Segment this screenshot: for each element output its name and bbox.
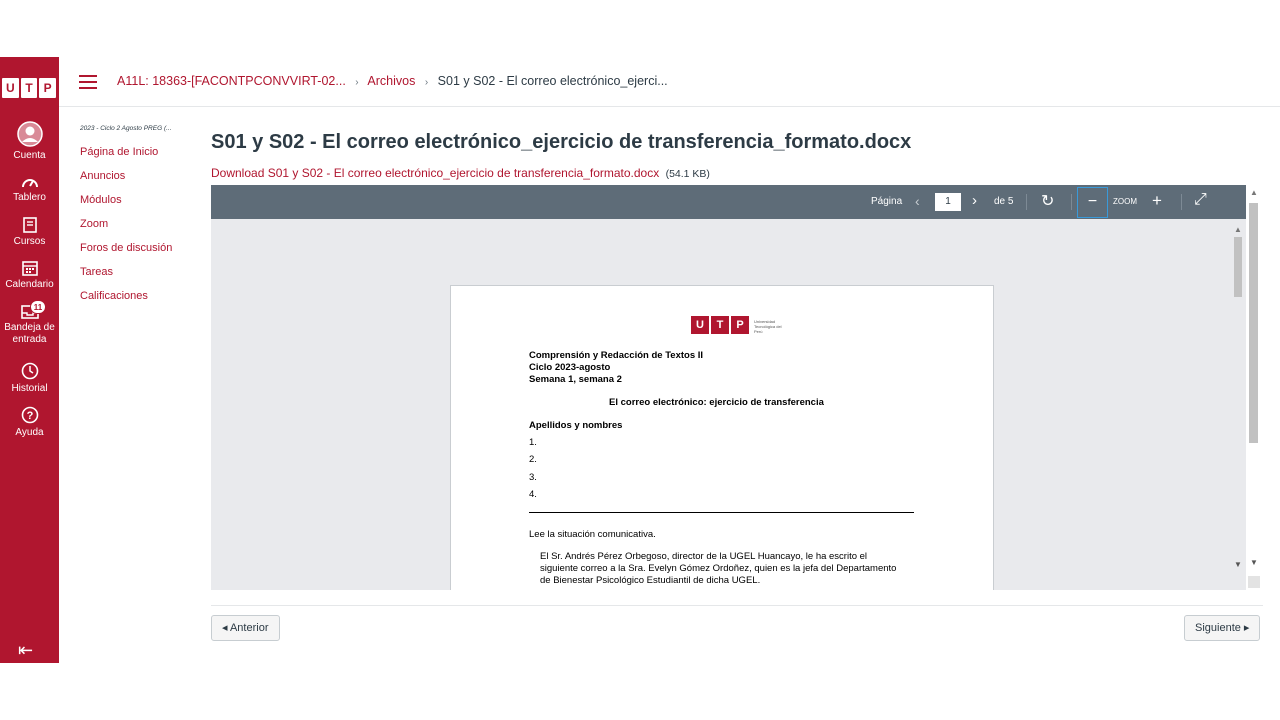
doc-weeks: Semana 1, semana 2	[529, 374, 622, 385]
zoom-out-button[interactable]: −	[1077, 187, 1108, 218]
page-label: Página	[871, 196, 903, 207]
bottom-blank-area	[0, 663, 1280, 720]
doc-instruction: Lee la situación comunicativa.	[529, 529, 656, 540]
global-nav-calendar-label: Calendario	[5, 279, 54, 290]
document-page: U T P Universidad Tecnológica del Perú C…	[450, 285, 994, 590]
global-nav-help-label: Ayuda	[15, 427, 44, 438]
account-icon	[16, 121, 43, 147]
document-utp-logo: U T P Universidad Tecnológica del Perú	[691, 316, 784, 334]
toolbar-divider	[1071, 194, 1072, 210]
global-nav-history-label: Historial	[11, 383, 48, 394]
doc-divider	[529, 512, 914, 513]
scroll-up-icon[interactable]: ▲	[1234, 225, 1242, 234]
global-nav-dashboard-label: Tablero	[13, 192, 46, 203]
download-row: Download S01 y S02 - El correo electróni…	[211, 166, 710, 180]
zoom-in-button[interactable]: +	[1152, 191, 1162, 211]
viewer-toolbar: Página ‹ › de 5 ↻ − ZOOM + ⤢	[211, 185, 1246, 219]
page-number-input[interactable]	[935, 193, 961, 211]
help-icon: ?	[21, 406, 38, 424]
file-size: (54.1 KB)	[665, 168, 710, 180]
frame-scrollbar[interactable]: ▲ ▼	[1248, 188, 1260, 590]
course-nav-assignments[interactable]: Tareas	[80, 266, 200, 278]
breadcrumb-separator: ›	[355, 77, 359, 88]
doc-logo-letter-u: U	[691, 316, 709, 334]
next-page-icon[interactable]: ›	[972, 192, 977, 209]
global-nav-dashboard[interactable]: Tablero	[0, 175, 59, 204]
frame-scroll-down-icon[interactable]: ▼	[1250, 558, 1258, 567]
top-blank-area	[0, 0, 1280, 57]
global-nav: U T P Cuenta Tablero Cursos Calendario 1…	[0, 57, 59, 663]
inbox-unread-badge: 11	[30, 300, 46, 314]
breadcrumb-current: S01 y S02 - El correo electrónico_ejerci…	[437, 74, 668, 88]
course-nav-announcements[interactable]: Anuncios	[80, 170, 200, 182]
viewer-scroll-thumb[interactable]	[1234, 237, 1242, 297]
footer-divider	[211, 605, 1263, 606]
doc-heading: El correo electrónico: ejercicio de tran…	[609, 397, 824, 408]
doc-names-label: Apellidos y nombres	[529, 420, 623, 431]
previous-page-icon[interactable]: ‹	[915, 193, 920, 209]
doc-list-number: 3.	[529, 472, 537, 483]
doc-paragraph-line: El Sr. Andrés Pérez Orbegoso, director d…	[540, 551, 868, 562]
frame-scroll-thumb[interactable]	[1249, 203, 1258, 443]
logo-letter-t: T	[20, 78, 38, 98]
course-nav-discussions[interactable]: Foros de discusión	[80, 242, 200, 254]
hamburger-menu-icon[interactable]	[79, 75, 97, 89]
logo-letter-u: U	[2, 78, 19, 98]
rotate-icon[interactable]: ↻	[1041, 191, 1054, 211]
calendar-icon	[21, 261, 38, 276]
download-link[interactable]: Download S01 y S02 - El correo electróni…	[211, 166, 659, 180]
doc-paragraph-line: de Bienestar Psicológico Estudiantil de …	[540, 575, 761, 586]
breadcrumb-separator: ›	[424, 77, 429, 88]
utp-logo[interactable]: U T P	[2, 78, 57, 98]
collapse-nav-icon[interactable]: ⇤	[18, 640, 33, 661]
breadcrumb-course-link[interactable]: A11L: 18363-[FACONTPCONVVIRT-02...	[117, 74, 346, 88]
breadcrumb: A11L: 18363-[FACONTPCONVVIRT-02... › Arc…	[117, 74, 668, 88]
doc-list-number: 2.	[529, 454, 537, 465]
history-icon	[21, 362, 38, 380]
frame-scroll-up-icon[interactable]: ▲	[1250, 188, 1258, 197]
course-nav-grades[interactable]: Calificaciones	[80, 290, 200, 302]
dashboard-icon	[21, 179, 38, 188]
document-viewer: Página ‹ › de 5 ↻ − ZOOM + ⤢ U T P Unive…	[211, 185, 1246, 590]
course-term: 2023 - Ciclo 2 Agosto PREG (...	[80, 125, 172, 132]
course-nav: 2023 - Ciclo 2 Agosto PREG (... Página d…	[80, 125, 200, 314]
doc-logo-letter-p: P	[731, 316, 749, 334]
previous-item-button[interactable]: ◂ Anterior	[211, 615, 280, 641]
global-nav-account[interactable]: Cuenta	[0, 121, 59, 162]
logo-letter-p: P	[39, 78, 57, 98]
global-nav-calendar[interactable]: Calendario	[0, 260, 59, 291]
global-nav-help[interactable]: ? Ayuda	[0, 406, 59, 439]
course-header: A11L: 18363-[FACONTPCONVVIRT-02... › Arc…	[59, 57, 1280, 107]
course-nav-home[interactable]: Página de Inicio	[80, 146, 200, 158]
global-nav-account-label: Cuenta	[13, 150, 46, 161]
courses-icon	[22, 217, 37, 233]
breadcrumb-files-link[interactable]: Archivos	[367, 74, 415, 88]
toolbar-divider	[1181, 194, 1182, 210]
scroll-down-icon[interactable]: ▼	[1234, 560, 1242, 569]
fullscreen-icon[interactable]: ⤢	[1194, 191, 1207, 209]
viewer-scrollbar[interactable]: ▲ ▼	[1233, 225, 1243, 585]
next-item-button[interactable]: Siguiente ▸	[1184, 615, 1261, 641]
resize-handle-icon[interactable]	[1248, 576, 1260, 588]
doc-paragraph-line: siguiente correo a la Sra. Evelyn Gómez …	[540, 563, 897, 574]
doc-list-number: 4.	[529, 489, 537, 500]
doc-cycle: Ciclo 2023-agosto	[529, 362, 611, 373]
course-nav-modules[interactable]: Módulos	[80, 194, 200, 206]
doc-logo-caption: Universidad Tecnológica del Perú	[754, 319, 782, 334]
global-nav-inbox[interactable]: 11 Bandeja de entrada	[0, 300, 59, 346]
global-nav-history[interactable]: Historial	[0, 362, 59, 395]
doc-course-name: Comprensión y Redacción de Textos II	[529, 350, 704, 361]
file-title: S01 y S02 - El correo electrónico_ejerci…	[211, 131, 912, 153]
toolbar-divider	[1026, 194, 1027, 210]
page-count: de 5	[994, 196, 1014, 207]
global-nav-inbox-label: Bandeja de entrada	[4, 322, 55, 345]
zoom-label: ZOOM	[1113, 197, 1137, 206]
doc-list-number: 1.	[529, 437, 537, 448]
global-nav-courses[interactable]: Cursos	[0, 217, 59, 248]
global-nav-courses-label: Cursos	[13, 236, 46, 247]
course-nav-zoom[interactable]: Zoom	[80, 218, 200, 230]
svg-text:?: ?	[26, 410, 33, 422]
doc-logo-letter-t: T	[711, 316, 729, 334]
